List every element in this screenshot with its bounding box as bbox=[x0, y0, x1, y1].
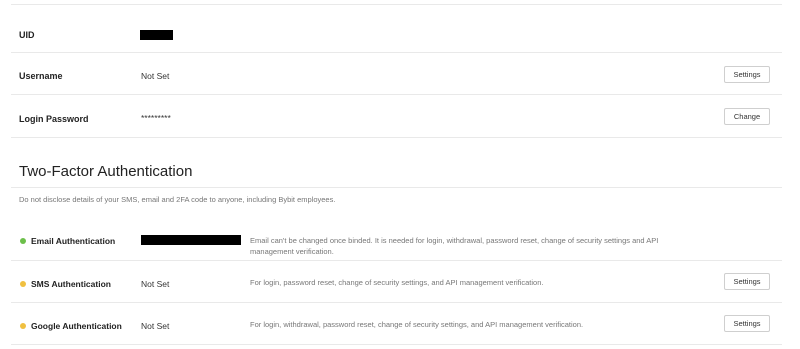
sms-auth-value: Not Set bbox=[141, 279, 170, 289]
email-status-dot bbox=[20, 238, 26, 244]
login-password-value: ********* bbox=[141, 113, 171, 123]
sms-auth-label: SMS Authentication bbox=[31, 279, 111, 289]
username-label: Username bbox=[19, 71, 63, 81]
google-auth-description: For login, withdrawal, password reset, c… bbox=[250, 320, 584, 329]
sms-auth-description: For login, password reset, change of sec… bbox=[250, 278, 544, 287]
sms-status-dot bbox=[20, 281, 26, 287]
google-settings-button[interactable]: Settings bbox=[724, 315, 770, 332]
email-auth-label: Email Authentication bbox=[31, 236, 116, 246]
username-value: Not Set bbox=[141, 71, 170, 81]
username-row: Username Not Set Settings bbox=[11, 53, 782, 95]
sms-auth-row: SMS Authentication Not Set For login, pa… bbox=[11, 261, 782, 303]
uid-label: UID bbox=[19, 30, 35, 40]
two-factor-warning-note: Do not disclose details of your SMS, ema… bbox=[19, 195, 336, 204]
sms-settings-button[interactable]: Settings bbox=[724, 273, 770, 290]
email-redacted-value bbox=[141, 235, 241, 245]
email-auth-row: Email Authentication Email can't be chan… bbox=[11, 216, 782, 261]
uid-redacted-value bbox=[140, 30, 173, 40]
google-auth-label: Google Authentication bbox=[31, 321, 122, 331]
uid-row: UID bbox=[11, 5, 782, 53]
google-auth-value: Not Set bbox=[141, 321, 170, 331]
login-password-row: Login Password ********* Change bbox=[11, 95, 782, 138]
email-auth-description: Email can't be changed once binded. It i… bbox=[250, 236, 659, 256]
login-password-change-button[interactable]: Change bbox=[724, 108, 770, 125]
username-settings-button[interactable]: Settings bbox=[724, 66, 770, 83]
google-status-dot bbox=[20, 323, 26, 329]
section-divider bbox=[11, 187, 782, 188]
security-settings-page: UID Username Not Set Settings Login Pass… bbox=[0, 0, 800, 349]
google-auth-row: Google Authentication Not Set For login,… bbox=[11, 303, 782, 345]
two-factor-title: Two-Factor Authentication bbox=[19, 163, 193, 180]
login-password-label: Login Password bbox=[19, 114, 89, 124]
